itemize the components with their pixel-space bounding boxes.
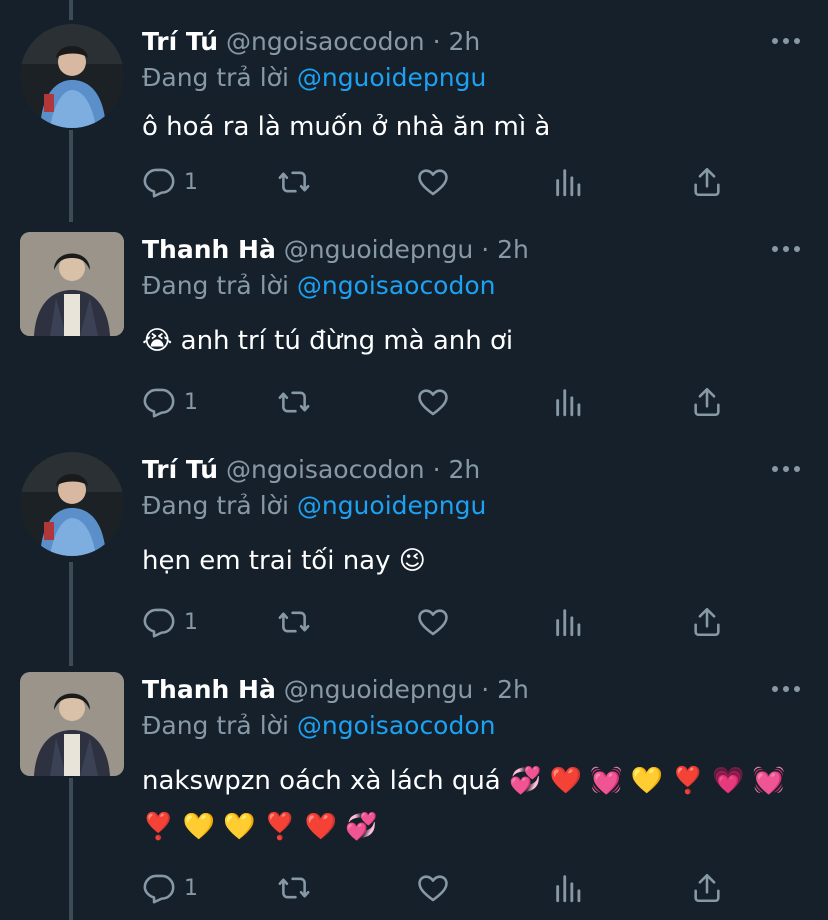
reply-count: 1 — [184, 389, 198, 415]
tweet[interactable]: Trí Tú @ngoisaocodon · 2h Đang trả lời @… — [0, 24, 828, 214]
action-bar: 1 — [142, 604, 742, 640]
more-icon[interactable] — [772, 30, 800, 52]
share-button[interactable] — [690, 164, 724, 200]
replying-to-label: Đang trả lời — [142, 711, 289, 740]
author-name[interactable]: Thanh Hà — [142, 675, 276, 704]
like-icon — [418, 609, 448, 636]
timestamp[interactable]: 2h — [448, 27, 480, 56]
thread-line — [69, 0, 73, 20]
tweet-header: Trí Tú @ngoisaocodon · 2h — [142, 24, 480, 60]
avatar[interactable] — [20, 672, 124, 776]
reply-icon — [143, 874, 175, 904]
tweet[interactable]: Thanh Hà @nguoidepngu · 2h Đang trả lời … — [0, 672, 828, 920]
reply-button[interactable]: 1 — [142, 384, 198, 420]
separator: · — [481, 235, 490, 264]
reply-count: 1 — [184, 875, 198, 901]
replying-to-label: Đang trả lời — [142, 491, 289, 520]
retweet-button[interactable] — [276, 870, 312, 906]
replying-to: Đang trả lời @nguoidepngu — [142, 488, 486, 524]
like-button[interactable] — [416, 604, 450, 640]
reply-button[interactable]: 1 — [142, 604, 198, 640]
avatar[interactable] — [20, 232, 124, 336]
separator: · — [432, 27, 441, 56]
analytics-button[interactable] — [552, 870, 586, 906]
author-handle[interactable]: @nguoidepngu — [284, 675, 473, 704]
reply-count: 1 — [184, 169, 198, 195]
retweet-button[interactable] — [276, 384, 312, 420]
share-icon — [694, 387, 720, 417]
author-name[interactable]: Trí Tú — [142, 27, 218, 56]
more-icon[interactable] — [772, 238, 800, 260]
avatar[interactable] — [20, 452, 124, 556]
analytics-icon — [556, 389, 581, 417]
replying-to: Đang trả lời @nguoidepngu — [142, 60, 486, 96]
like-button[interactable] — [416, 164, 450, 200]
analytics-icon — [556, 169, 581, 197]
like-icon — [418, 389, 448, 416]
retweet-button[interactable] — [276, 604, 312, 640]
tweet-text: 😭 anh trí tú đừng mà anh ơi — [142, 326, 514, 356]
more-icon[interactable] — [772, 678, 800, 700]
timestamp[interactable]: 2h — [448, 455, 480, 484]
action-bar: 1 — [142, 164, 742, 200]
like-icon — [418, 169, 448, 196]
tweet[interactable]: Thanh Hà @nguoidepngu · 2h Đang trả lời … — [0, 232, 828, 432]
reply-button[interactable]: 1 — [142, 164, 198, 200]
retweet-icon — [278, 611, 310, 633]
replying-to-label: Đang trả lời — [142, 271, 289, 300]
retweet-button[interactable] — [276, 164, 312, 200]
like-icon — [418, 875, 448, 902]
tweet-header: Trí Tú @ngoisaocodon · 2h — [142, 452, 480, 488]
reply-icon — [143, 608, 175, 638]
tweet-text: hẹn em trai tối nay 😉 — [142, 546, 426, 576]
analytics-button[interactable] — [552, 164, 586, 200]
reply-mention-link[interactable]: @ngoisaocodon — [297, 271, 496, 300]
share-icon — [694, 607, 720, 637]
tweet[interactable]: Trí Tú @ngoisaocodon · 2h Đang trả lời @… — [0, 452, 828, 652]
separator: · — [432, 455, 441, 484]
reply-mention-link[interactable]: @nguoidepngu — [297, 63, 486, 92]
avatar[interactable] — [20, 24, 124, 128]
reply-mention-link[interactable]: @nguoidepngu — [297, 491, 486, 520]
reply-mention-link[interactable]: @ngoisaocodon — [297, 711, 496, 740]
action-bar: 1 — [142, 384, 742, 420]
author-handle[interactable]: @ngoisaocodon — [226, 455, 425, 484]
share-button[interactable] — [690, 384, 724, 420]
replying-to: Đang trả lời @ngoisaocodon — [142, 268, 496, 304]
share-button[interactable] — [690, 870, 724, 906]
reply-icon — [143, 388, 175, 418]
analytics-icon — [556, 875, 581, 903]
separator: · — [481, 675, 490, 704]
timestamp[interactable]: 2h — [497, 675, 529, 704]
replying-to-label: Đang trả lời — [142, 63, 289, 92]
share-icon — [694, 167, 720, 197]
reply-icon — [143, 168, 175, 198]
like-button[interactable] — [416, 870, 450, 906]
author-name[interactable]: Trí Tú — [142, 455, 218, 484]
replying-to: Đang trả lời @ngoisaocodon — [142, 708, 496, 744]
analytics-button[interactable] — [552, 604, 586, 640]
retweet-icon — [278, 877, 310, 899]
author-handle[interactable]: @ngoisaocodon — [226, 27, 425, 56]
analytics-icon — [556, 609, 581, 637]
action-bar: 1 — [142, 870, 742, 906]
author-handle[interactable]: @nguoidepngu — [284, 235, 473, 264]
tweet-text: ô hoá ra là muốn ở nhà ăn mì à — [142, 112, 551, 142]
retweet-icon — [278, 171, 310, 193]
timestamp[interactable]: 2h — [497, 235, 529, 264]
more-icon[interactable] — [772, 458, 800, 480]
tweet-text: nakswpzn oách xà lách quá 💞 ❤️ 💓 💛 ❣️ 💗 … — [142, 766, 786, 842]
analytics-button[interactable] — [552, 384, 586, 420]
author-name[interactable]: Thanh Hà — [142, 235, 276, 264]
reply-button[interactable]: 1 — [142, 870, 198, 906]
tweet-header: Thanh Hà @nguoidepngu · 2h — [142, 232, 529, 268]
tweet-header: Thanh Hà @nguoidepngu · 2h — [142, 672, 529, 708]
share-button[interactable] — [690, 604, 724, 640]
like-button[interactable] — [416, 384, 450, 420]
share-icon — [694, 873, 720, 903]
reply-count: 1 — [184, 609, 198, 635]
retweet-icon — [278, 391, 310, 413]
